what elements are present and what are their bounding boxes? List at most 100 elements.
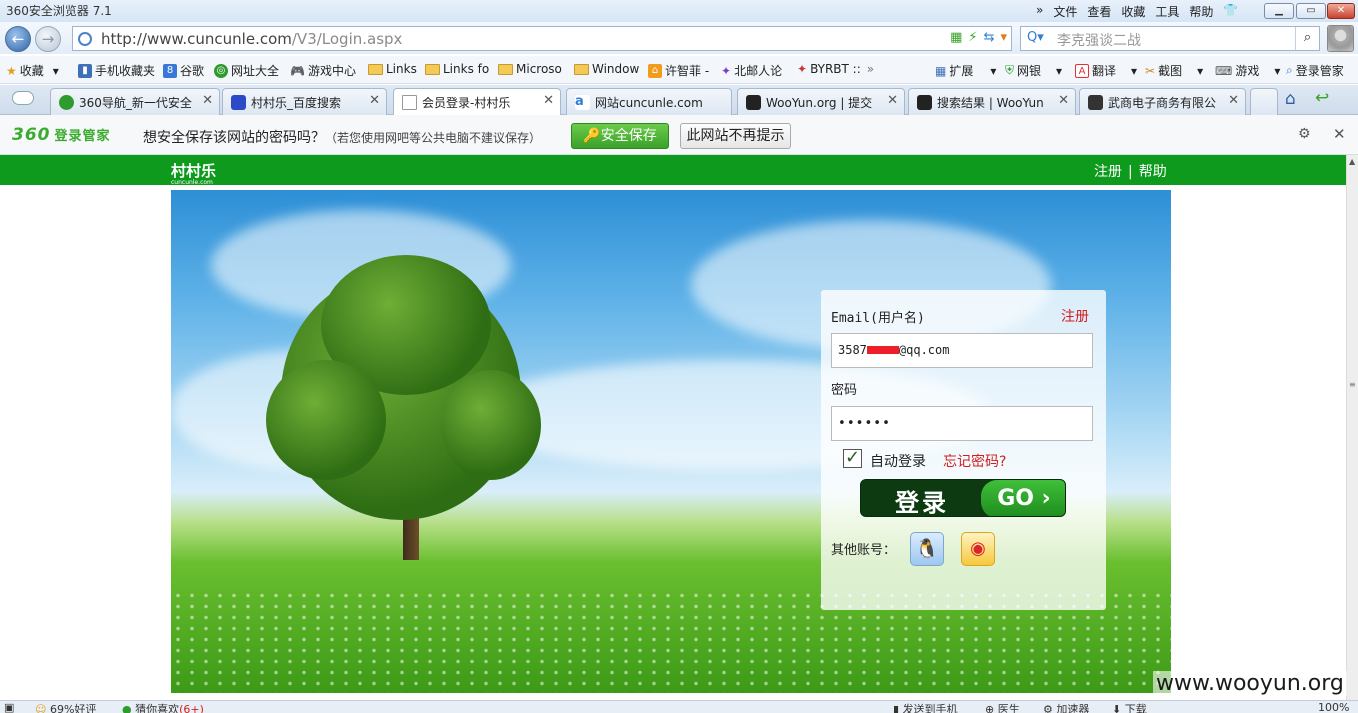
menu-view[interactable]: 查看: [1087, 3, 1111, 20]
scroll-grip-icon[interactable]: ≡: [1349, 380, 1356, 389]
back-button[interactable]: ←: [5, 26, 31, 52]
maximize-button[interactable]: ▭: [1296, 3, 1326, 19]
tab-cuncunle-site[interactable]: a 网站cuncunle.com: [566, 88, 732, 115]
download-status[interactable]: ⬇ 下载: [1112, 701, 1147, 713]
gear-icon[interactable]: ⚙: [1298, 126, 1311, 142]
tab-baidu[interactable]: 村村乐_百度搜索 ✕: [222, 88, 387, 115]
scroll-up-icon[interactable]: ▲: [1349, 157, 1355, 166]
close-icon[interactable]: ✕: [1333, 125, 1346, 143]
safe-save-button[interactable]: 🔑安全保存: [571, 123, 669, 149]
fav-game[interactable]: ⌨ 游戏 ▾: [1215, 62, 1280, 79]
minimize-button[interactable]: ▁: [1264, 3, 1294, 19]
fav-screenshot[interactable]: ✂ 截图 ▾: [1145, 62, 1203, 79]
doctor-status[interactable]: ⊕ 医生: [985, 701, 1020, 713]
forward-button[interactable]: →: [35, 26, 61, 52]
fav-byr-forum[interactable]: ✦ 北邮人论: [721, 62, 782, 79]
email-field[interactable]: 3587 @qq.com: [831, 333, 1093, 368]
address-actions: ▦ ⚡ ⇆ ▾: [950, 30, 1007, 45]
send-to-phone[interactable]: ▮ 发送到手机: [893, 701, 958, 713]
tree-crown: [441, 370, 541, 480]
fav-byrbt[interactable]: ✦ BYRBT ::»: [797, 62, 874, 76]
chevron-right-icon[interactable]: »: [867, 62, 874, 76]
undo-close-icon[interactable]: ↩: [1315, 88, 1329, 108]
fav-google[interactable]: 8 谷歌: [163, 62, 204, 79]
go-arrow-icon: GO ›: [981, 480, 1065, 516]
auto-login-checkbox[interactable]: ✓: [843, 449, 862, 468]
new-tab-button[interactable]: [1250, 88, 1278, 115]
forgot-password-link[interactable]: 忘记密码?: [943, 451, 1006, 471]
fav-xu[interactable]: ⌂ 许智菲 -: [648, 62, 709, 79]
fav-mobile[interactable]: ▮ 手机收藏夹: [78, 62, 155, 79]
menu-file[interactable]: 文件: [1053, 3, 1077, 20]
fav-windows[interactable]: Window: [574, 62, 639, 76]
close-tab-icon[interactable]: ✕: [1058, 93, 1069, 108]
fav-links[interactable]: Links: [368, 62, 417, 76]
close-tab-icon[interactable]: ✕: [369, 93, 380, 108]
address-bar[interactable]: http://www.cuncunle.com/V3/Login.aspx ▦ …: [72, 26, 1012, 51]
fav-nav[interactable]: ◎ 网址大全: [214, 62, 279, 79]
chevron-down-icon: ▾: [1056, 63, 1063, 78]
fav-translate[interactable]: A 翻译 ▾: [1075, 62, 1137, 79]
close-window-button[interactable]: ✕: [1327, 3, 1355, 19]
weibo-login-icon[interactable]: ◉: [961, 532, 995, 566]
password-field[interactable]: ••••••: [831, 406, 1093, 441]
chevron-down-icon[interactable]: ▾: [1000, 30, 1007, 45]
never-prompt-button[interactable]: 此网站不再提示: [680, 123, 791, 149]
chevron-down-icon: ▾: [1197, 63, 1204, 78]
zoom-level[interactable]: 100%: [1318, 701, 1349, 713]
login-button[interactable]: 登录 GO ›: [860, 479, 1066, 517]
guess-like-status[interactable]: ● 猜你喜欢(6+): [122, 701, 204, 713]
search-engine-icon[interactable]: Q▾: [1027, 30, 1044, 45]
tab-360-nav[interactable]: 360导航_新一代安全 ✕: [50, 88, 220, 115]
password-label: 密码: [831, 383, 858, 398]
star-icon: ★: [6, 63, 17, 78]
tab-wooyun-submit[interactable]: WooYun.org | 提交 ✕: [737, 88, 905, 115]
header-help-link[interactable]: 帮助: [1139, 164, 1167, 180]
header-register-link[interactable]: 注册: [1094, 164, 1122, 180]
rating-status[interactable]: ☺ 69%好评: [35, 701, 96, 713]
scissors-icon: ✂: [1145, 63, 1156, 78]
tab-login[interactable]: 会员登录-村村乐 ✕: [393, 88, 561, 116]
url-text[interactable]: http://www.cuncunle.com/V3/Login.aspx: [101, 30, 402, 48]
tab-wooyun-search[interactable]: 搜索结果 | WooYun ✕: [908, 88, 1076, 115]
lightning-icon[interactable]: ⚡: [968, 30, 977, 45]
shirt-icon[interactable]: 👕: [1223, 3, 1238, 20]
search-icon[interactable]: ⌕: [1295, 27, 1319, 50]
site-logo[interactable]: 村村乐 cuncunle.com: [171, 160, 216, 186]
butterfly-icon: ✦: [721, 63, 732, 78]
home-icon[interactable]: ⌂: [1285, 89, 1296, 109]
tab-wushang[interactable]: 武商电子商务有限公 ✕: [1079, 88, 1246, 115]
vertical-scrollbar[interactable]: ▲ ≡: [1346, 155, 1358, 700]
fav-microsoft[interactable]: Microso: [498, 62, 562, 76]
accelerator-status[interactable]: ⚙ 加速器: [1043, 701, 1089, 713]
fav-extensions[interactable]: ▦ 扩展 ▾: [935, 62, 996, 79]
translate-icon: A: [1075, 63, 1089, 78]
menu-favorites[interactable]: 收藏: [1121, 3, 1145, 20]
qr-code-icon[interactable]: ▦: [950, 30, 962, 45]
compat-mode-icon[interactable]: ⇆: [984, 30, 995, 45]
chevron-menu-icon[interactable]: »: [1036, 3, 1043, 20]
cloud-icon[interactable]: [12, 91, 34, 105]
avatar[interactable]: [1327, 25, 1354, 52]
fav-login-manager[interactable]: ⌕ 登录管家: [1286, 62, 1344, 79]
menu-help[interactable]: 帮助: [1189, 3, 1213, 20]
register-link[interactable]: 注册: [1061, 306, 1089, 326]
fav-bank[interactable]: ⛨ 网银 ▾: [1005, 62, 1062, 79]
search-input[interactable]: 李克强谈二战: [1057, 30, 1141, 50]
address-toolbar: ← → http://www.cuncunle.com/V3/Login.asp…: [0, 22, 1358, 54]
smile-icon: ☺: [35, 703, 47, 713]
gamepad-icon: 🎮: [290, 63, 305, 78]
close-tab-icon[interactable]: ✕: [202, 93, 213, 108]
close-tab-icon[interactable]: ✕: [1228, 93, 1239, 108]
fav-games[interactable]: 🎮 游戏中心: [290, 62, 356, 79]
fav-collect[interactable]: ★ 收藏 ▾: [6, 62, 59, 79]
search-box[interactable]: Q▾ 李克强谈二战 ⌕: [1020, 26, 1320, 51]
close-tab-icon[interactable]: ✕: [887, 93, 898, 108]
site-header: 村村乐 cuncunle.com 注册 | 帮助: [0, 155, 1346, 186]
menu-tools[interactable]: 工具: [1155, 3, 1179, 20]
qq-login-icon[interactable]: 🐧: [910, 532, 944, 566]
fav-links-for[interactable]: Links fo: [425, 62, 489, 76]
search-icon: ⌕: [1286, 63, 1293, 77]
close-tab-icon[interactable]: ✕: [543, 93, 554, 108]
page-status-icon[interactable]: ▣: [4, 701, 14, 713]
